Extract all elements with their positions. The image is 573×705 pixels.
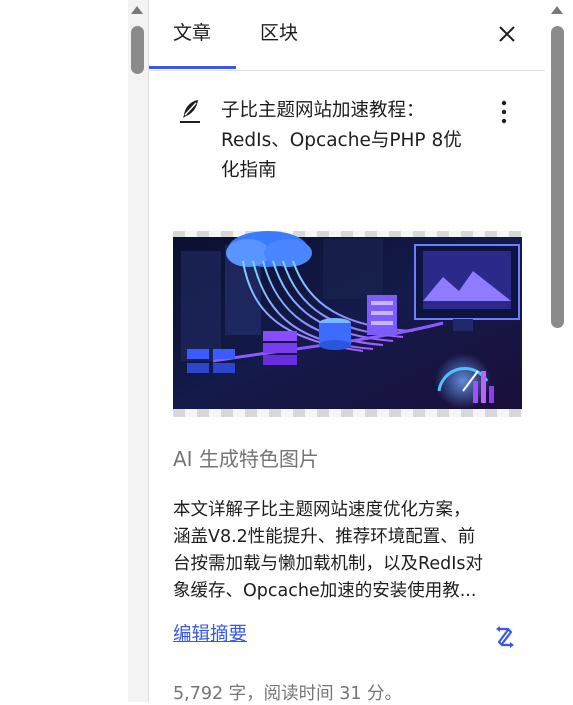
regenerate-icon <box>496 626 514 648</box>
post-title: 子比主题网站加速教程： RedIs、Opcache与PHP 8优 化指南 <box>221 96 481 186</box>
canvas-scrollbar-track[interactable] <box>128 0 148 702</box>
active-tab-indicator <box>149 66 236 69</box>
word-count-reading-time: 5,792 字，阅读时间 31 分。 <box>173 684 403 704</box>
sidebar-scrollbar-thumb[interactable] <box>551 26 564 328</box>
more-vertical-icon <box>501 100 507 124</box>
post-title-line: 化指南 <box>221 160 277 181</box>
regenerate-excerpt-button[interactable] <box>492 624 518 650</box>
feather-icon <box>180 100 200 123</box>
excerpt-line: 台按需加载与懒加载机制，以及RedIs对 <box>173 554 484 574</box>
excerpt-line: 象缓存、Opcache加速的安装使用教... <box>173 581 477 601</box>
post-actions-button[interactable] <box>493 98 515 126</box>
close-icon <box>499 26 515 42</box>
excerpt-line: 本文详解子比主题网站速度优化方案， <box>173 500 471 520</box>
sidebar-tabs: 文章 区块 <box>149 0 545 71</box>
settings-sidebar: 文章 区块 子比主题网站加速教程： RedIs、Opcache与PHP 8优 化… <box>149 0 545 704</box>
post-title-line: 子比主题网站加速教程： <box>221 100 425 121</box>
edit-excerpt-link[interactable]: 编辑摘要 <box>173 620 247 646</box>
server-cloud-illustration <box>173 231 522 409</box>
close-sidebar-button[interactable] <box>495 22 519 46</box>
ai-generate-featured-image[interactable]: AI 生成特色图片 <box>173 443 319 472</box>
tab-block[interactable]: 区块 <box>260 18 298 45</box>
post-title-line: RedIs、Opcache与PHP 8优 <box>221 130 462 151</box>
post-excerpt: 本文详解子比主题网站速度优化方案， 涵盖V8.2性能提升、推荐环境配置、前 台按… <box>173 497 523 605</box>
featured-image[interactable] <box>173 231 522 417</box>
tab-article[interactable]: 文章 <box>173 18 211 45</box>
editor-canvas-edge <box>0 0 148 702</box>
canvas-scrollbar-thumb[interactable] <box>131 26 144 74</box>
sidebar-scroll-up-icon[interactable] <box>551 6 563 14</box>
excerpt-line: 涵盖V8.2性能提升、推荐环境配置、前 <box>173 527 476 547</box>
canvas-scroll-up-icon[interactable] <box>131 6 143 14</box>
